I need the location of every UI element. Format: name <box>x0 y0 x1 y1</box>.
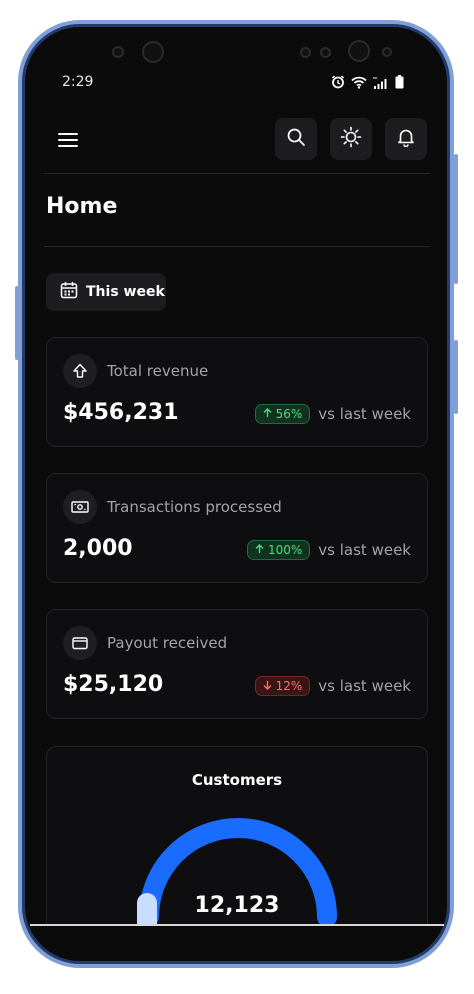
left-side-button <box>15 286 19 360</box>
card-value: $25,120 <box>63 672 164 697</box>
comparison-text: vs last week <box>318 541 411 559</box>
calendar-icon <box>60 281 78 303</box>
signal-icon <box>373 74 389 93</box>
banknote-icon <box>63 490 97 524</box>
status-time: 2:29 <box>62 74 94 90</box>
hamburger-menu-icon[interactable] <box>56 128 80 152</box>
header-divider <box>44 173 430 174</box>
app-screen: 2:29 Home This week Total revenue $456,2… <box>30 68 444 926</box>
right-side-button-bottom <box>454 340 458 414</box>
front-camera <box>142 41 164 63</box>
arrow-down-icon <box>263 679 272 693</box>
alarm-icon <box>331 74 345 93</box>
light-sensor <box>320 47 331 58</box>
card-trend: 100% vs last week <box>246 540 411 560</box>
page-title: Home <box>46 194 118 219</box>
arrow-up-icon <box>255 543 264 557</box>
card-trend: 56% vs last week <box>254 404 411 424</box>
card-value: $456,231 <box>63 400 179 425</box>
sun-icon <box>340 126 362 152</box>
wallet-icon <box>63 626 97 660</box>
card-label: Total revenue <box>107 362 209 380</box>
change-value: 12% <box>275 679 303 693</box>
title-divider <box>44 246 430 247</box>
search-icon <box>286 127 306 151</box>
right-side-button-top <box>454 154 458 284</box>
change-value: 100% <box>267 543 303 557</box>
customers-value: 12,123 <box>194 893 280 918</box>
proximity-sensor <box>300 47 311 58</box>
top-app-bar <box>30 118 444 174</box>
card-label: Transactions processed <box>107 498 282 516</box>
card-value: 2,000 <box>63 536 133 561</box>
iris-camera <box>348 40 370 62</box>
card-label: Payout received <box>107 634 228 652</box>
date-range-label: This week <box>86 284 165 300</box>
arrow-up-icon <box>263 407 272 421</box>
notifications-button[interactable] <box>385 118 427 160</box>
transactions-card[interactable]: Transactions processed 2,000 100% vs las… <box>46 473 428 583</box>
total-revenue-card[interactable]: Total revenue $456,231 56% vs last week <box>46 337 428 447</box>
theme-toggle-button[interactable] <box>330 118 372 160</box>
front-sensor <box>112 46 124 58</box>
change-value: 56% <box>275 407 303 421</box>
date-range-filter-button[interactable]: This week <box>46 273 166 311</box>
iris-led <box>382 47 392 57</box>
bell-icon <box>396 127 416 151</box>
search-button[interactable] <box>275 118 317 160</box>
status-icons <box>331 74 404 93</box>
comparison-text: vs last week <box>318 405 411 423</box>
upload-arrow-icon <box>63 354 97 388</box>
change-badge-up: 56% <box>254 404 311 424</box>
status-bar: 2:29 <box>30 68 444 96</box>
payout-card[interactable]: Payout received $25,120 12% vs last week <box>46 609 428 719</box>
battery-icon <box>395 74 404 93</box>
card-trend: 12% vs last week <box>254 676 411 696</box>
wifi-icon <box>351 74 367 93</box>
change-badge-up: 100% <box>246 540 311 560</box>
comparison-text: vs last week <box>318 677 411 695</box>
change-badge-down: 12% <box>254 676 311 696</box>
customers-card[interactable]: Customers 12,123 <box>46 746 428 924</box>
